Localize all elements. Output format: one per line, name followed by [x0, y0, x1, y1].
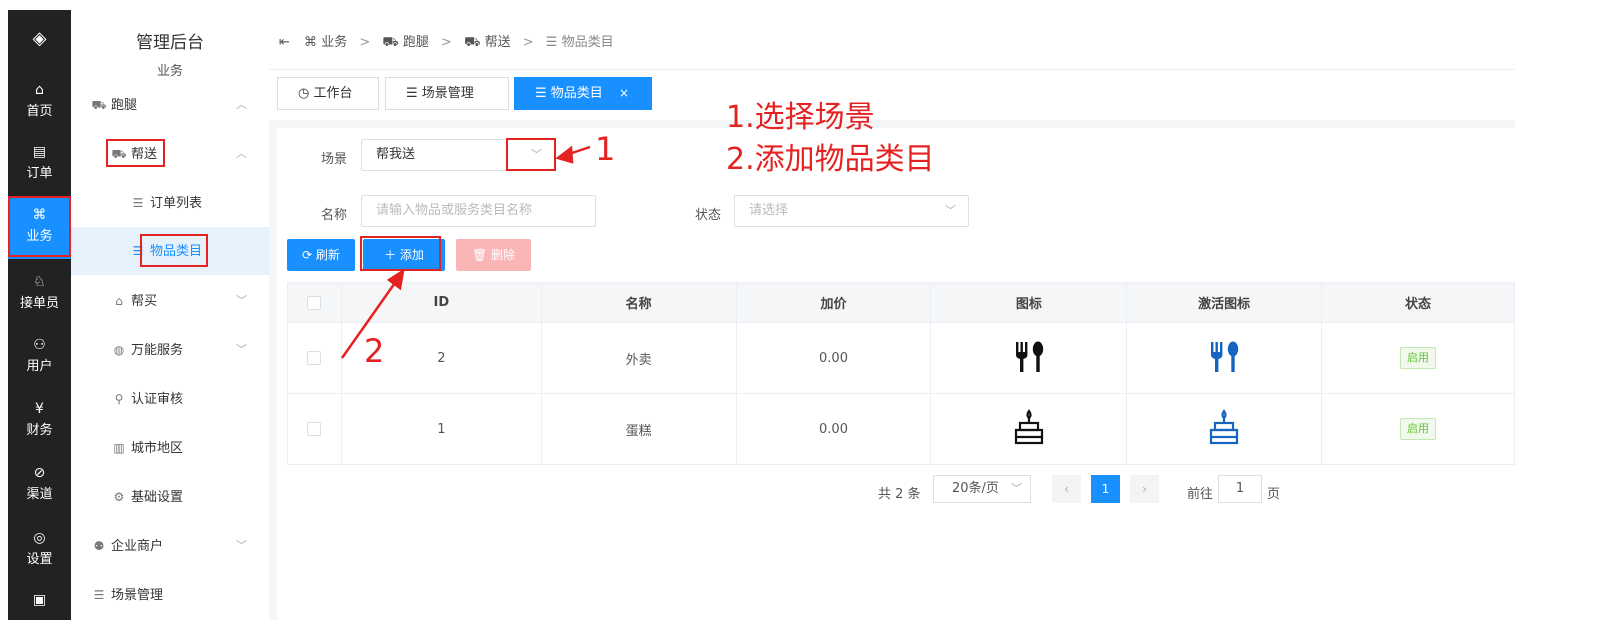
arrowhead-icon — [386, 268, 405, 291]
arrow-line-2 — [340, 279, 399, 359]
annotation-arrows — [340, 145, 591, 359]
arrowhead-icon — [555, 145, 574, 164]
